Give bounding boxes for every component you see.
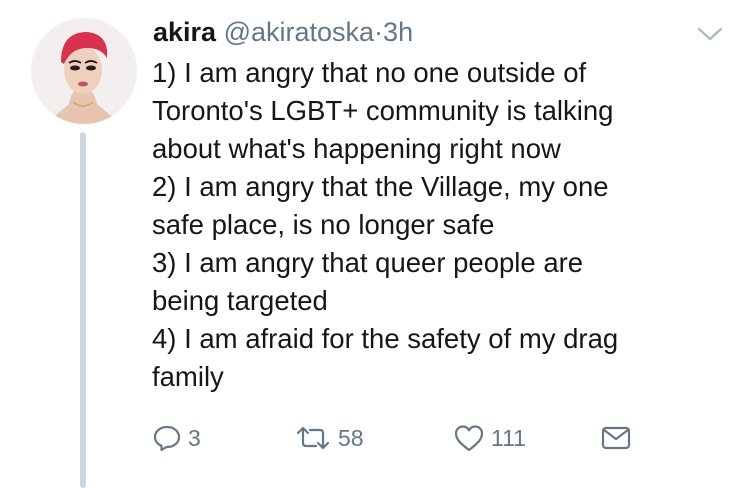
like-count: 111 [491,424,526,451]
reply-count: 3 [188,424,201,451]
avatar-image [31,18,137,124]
author-handle[interactable]: @akiratoska [224,17,374,47]
tweet[interactable]: akira @akiratoska·3h 1) I am angry that … [0,0,750,488]
tweet-timestamp[interactable]: 3h [383,17,413,47]
tweet-line: family [152,361,224,392]
heart-icon [454,425,484,452]
tweet-line: safe place, is no longer safe [152,209,495,240]
tweet-line: about what's happening right now [152,133,561,164]
like-button[interactable]: 111 [453,420,526,456]
header-separator: · [374,17,384,47]
tweet-header: akira @akiratoska·3h [153,14,413,50]
tweet-line: Toronto's LGBT+ community is talking [152,95,614,126]
chevron-down-icon[interactable] [697,26,723,42]
envelope-icon [601,426,631,450]
thread-line [80,132,86,488]
tweet-line: being targeted [152,285,328,316]
reply-button[interactable]: 3 [152,420,201,456]
author-name[interactable]: akira [153,17,216,47]
reply-icon [153,425,181,452]
retweet-count: 58 [338,424,364,451]
direct-message-button[interactable] [600,420,632,456]
tweet-line: 3) I am angry that queer people are [152,247,584,278]
tweet-line: 4) I am afraid for the safety of my drag [152,323,619,354]
tweet-line: 2) I am angry that the Village, my one [152,171,609,202]
retweet-button[interactable]: 58 [294,420,364,456]
tweet-text: 1) I am angry that no one outside of Tor… [152,54,737,396]
avatar[interactable] [31,18,137,124]
retweet-icon [296,426,330,450]
tweet-line: 1) I am angry that no one outside of [152,57,587,88]
tweet-actions: 3 58 111 [152,420,652,456]
